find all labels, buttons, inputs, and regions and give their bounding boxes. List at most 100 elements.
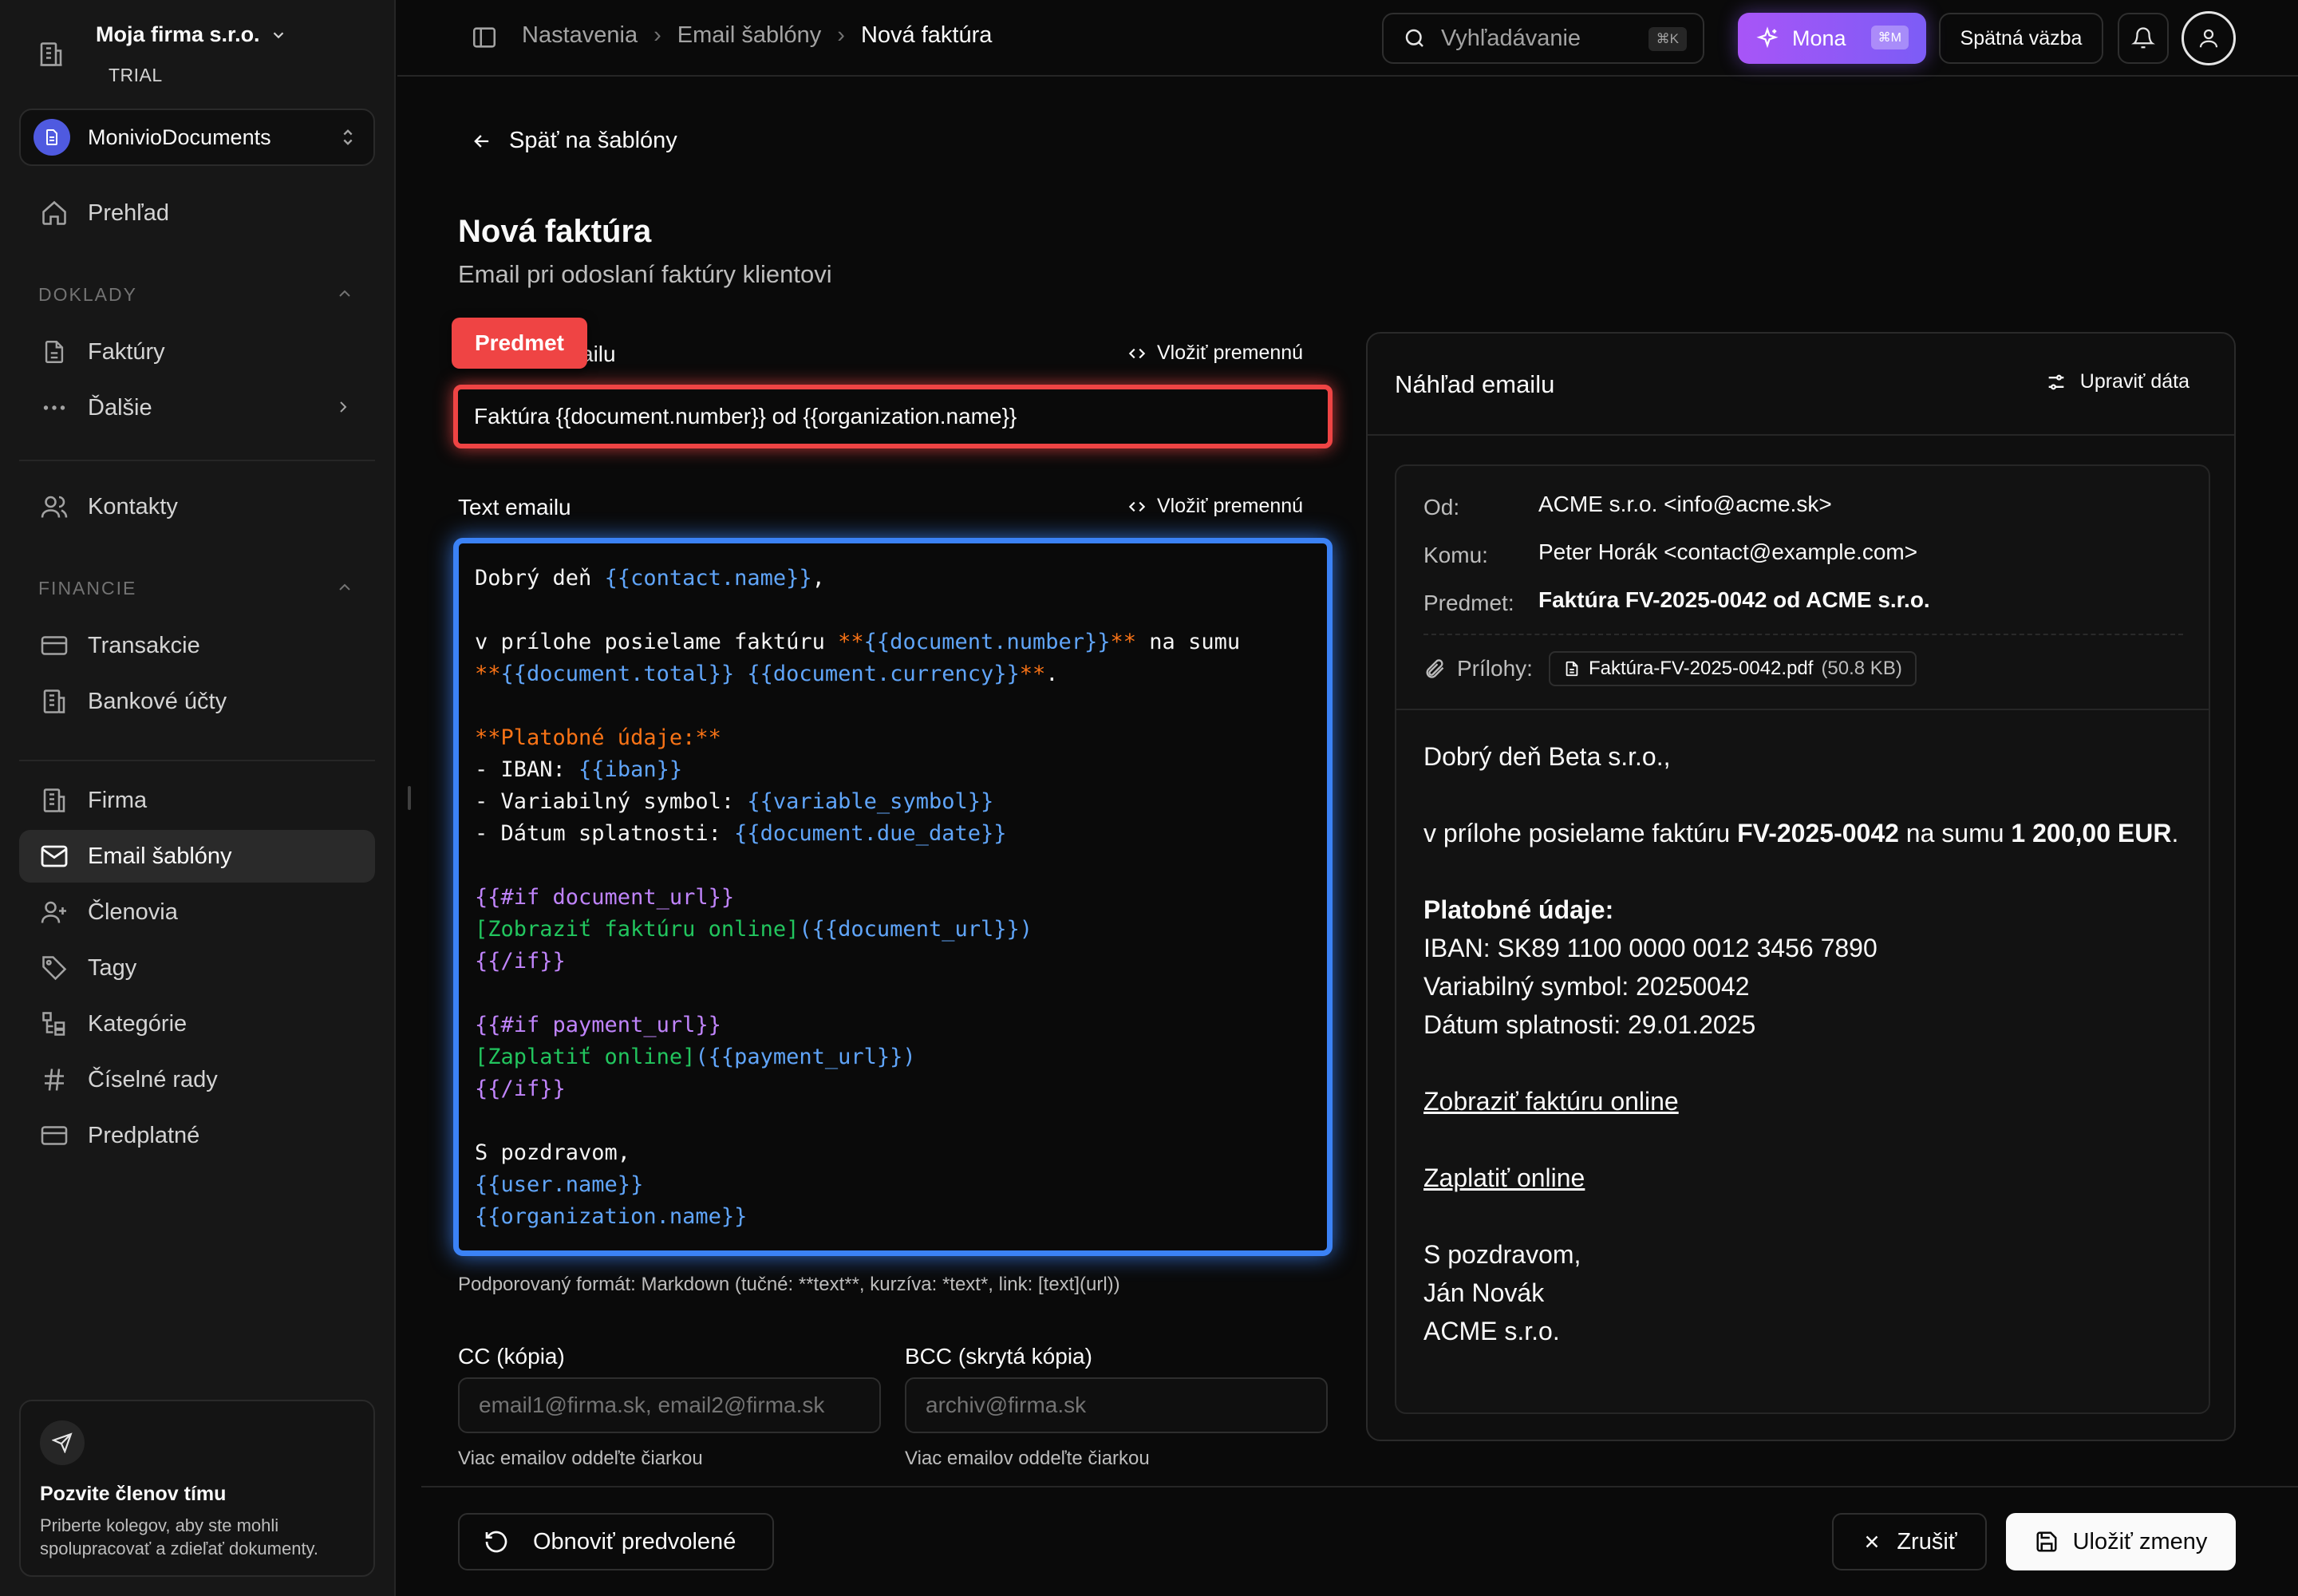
- body-bold-token: **Platobné údaje:**: [475, 725, 721, 750]
- body-variable-token: {{document.currency}}: [747, 662, 1020, 686]
- sidebar-item-label: Členovia: [88, 899, 178, 925]
- sidebar-item-label: Tagy: [88, 954, 137, 981]
- building-icon: [38, 784, 70, 816]
- invite-text-line: Priberte kolegov, aby ste mohli: [40, 1515, 279, 1535]
- body-variable-token: {{organization.name}}: [475, 1204, 748, 1229]
- chevron-right-icon: ›: [837, 22, 845, 48]
- body-line: [475, 690, 1311, 722]
- feedback-button[interactable]: Spätná väzba: [1939, 13, 2103, 64]
- body-line: {{#if payment_url}}: [475, 1009, 1311, 1041]
- preview-title: Náhľad emailu: [1395, 370, 1555, 398]
- chevron-updown-icon: [337, 126, 359, 148]
- sliders-icon: [2045, 371, 2067, 393]
- category-icon: [38, 1008, 70, 1040]
- sidebar-item-label: Prehľad: [88, 200, 169, 226]
- sidebar-item-ciselne-rady[interactable]: Číselné rady: [19, 1053, 375, 1106]
- breadcrumb: Nastavenia › Email šablóny › Nová faktúr…: [522, 22, 992, 49]
- from-key: Od:: [1423, 495, 1460, 519]
- sidebar-item-firma[interactable]: Firma: [19, 774, 375, 827]
- chevron-up-icon[interactable]: [335, 284, 354, 303]
- back-link[interactable]: Späť na šablóny: [471, 128, 677, 154]
- hash-icon: [38, 1064, 70, 1096]
- sidebar-item-bankove-ucty[interactable]: Bankové účty: [19, 675, 375, 728]
- section-label-financie: FINANCIE: [38, 578, 137, 598]
- body-variable-token: {{iban}}: [578, 757, 683, 782]
- sidebar-item-kategorie[interactable]: Kategórie: [19, 998, 375, 1050]
- building-icon: [37, 40, 72, 75]
- sidebar-item-transakcie[interactable]: Transakcie: [19, 619, 375, 672]
- save-button[interactable]: Uložiť zmeny: [2006, 1513, 2236, 1570]
- body-line: [475, 1105, 1311, 1137]
- preview-header: Náhľad emailu Upraviť dáta: [1368, 334, 2234, 436]
- body-text-token: v prílohe posielame faktúru: [475, 630, 839, 654]
- invite-title: Pozvite členov tímu: [40, 1483, 227, 1505]
- cc-input[interactable]: email1@firma.sk, email2@firma.sk: [458, 1377, 881, 1433]
- sidebar-item-clenovia[interactable]: Členovia: [19, 886, 375, 938]
- body-text-token: na sumu: [1136, 630, 1241, 654]
- chevron-right-icon: ›: [653, 22, 661, 48]
- invite-card[interactable]: Pozvite členov tímu Priberte kolegov, ab…: [19, 1400, 375, 1577]
- breadcrumb-item[interactable]: Nastavenia: [522, 22, 638, 49]
- bcc-input[interactable]: archiv@firma.sk: [905, 1377, 1328, 1433]
- sidebar-toggle-icon[interactable]: [471, 24, 498, 51]
- sidebar-item-predplatne[interactable]: Predplatné: [19, 1109, 375, 1162]
- email-card: Od: ACME s.r.o. <info@acme.sk> Komu: Pet…: [1395, 464, 2210, 1414]
- body-line: {{/if}}: [475, 1073, 1311, 1105]
- org-switcher[interactable]: Moja firma s.r.o. TRIAL: [37, 22, 287, 86]
- mona-button[interactable]: Mona ⌘M: [1738, 13, 1926, 64]
- body-conditional-token: {{/if}}: [475, 949, 566, 974]
- notifications-button[interactable]: [2118, 13, 2169, 64]
- save-icon: [2035, 1530, 2059, 1554]
- body-line: [Zobraziť faktúru online]({{document_url…: [475, 914, 1311, 946]
- attachment-chip[interactable]: Faktúra-FV-2025-0042.pdf (50.8 KB): [1548, 651, 1917, 686]
- pay-online-link[interactable]: Zaplatiť online: [1423, 1163, 1585, 1192]
- sidebar-item-tagy[interactable]: Tagy: [19, 942, 375, 994]
- back-label: Späť na šablóny: [509, 128, 677, 153]
- body-textarea[interactable]: Dobrý deň {{contact.name}}, v prílohe pos…: [453, 538, 1333, 1256]
- sidebar-item-prehlad[interactable]: Prehľad: [19, 187, 375, 239]
- arrow-left-icon: [471, 130, 493, 152]
- sidebar-resize-handle[interactable]: [408, 786, 411, 810]
- sidebar-item-dalsie[interactable]: Ďalšie: [19, 381, 375, 434]
- body-variable-token: {{document.due_date}}: [734, 821, 1007, 846]
- cancel-button[interactable]: Zrušiť: [1832, 1513, 1987, 1570]
- breadcrumb-item[interactable]: Email šablóny: [677, 22, 822, 49]
- document-app-icon: [34, 119, 70, 156]
- sidebar-item-label: Kontakty: [88, 493, 178, 519]
- body-bold-token: **: [1019, 662, 1046, 686]
- insert-variable-label: Vložiť premennú: [1157, 342, 1304, 364]
- body-line: [Zaplatiť online]({{payment_url}}): [475, 1041, 1311, 1073]
- cc-hint: Viac emailov oddeľte čiarkou: [458, 1448, 703, 1469]
- close-icon: [1862, 1531, 1882, 1552]
- sidebar-item-kontakty[interactable]: Kontakty: [19, 480, 375, 533]
- mona-label: Mona: [1792, 26, 1846, 50]
- user-avatar[interactable]: [2182, 11, 2236, 65]
- insert-variable-button[interactable]: Vložiť premennú: [1125, 342, 1303, 365]
- save-label: Uložiť zmeny: [2072, 1528, 2208, 1555]
- body-line: **{{document.total}} {{document.currency…: [475, 658, 1311, 690]
- search-input[interactable]: Vyhľadávanie ⌘K: [1382, 13, 1704, 64]
- app-switcher[interactable]: MonivioDocuments: [19, 109, 375, 166]
- bell-icon: [2131, 26, 2155, 50]
- chevron-right-icon: [334, 397, 353, 417]
- more-icon: [38, 392, 70, 424]
- edit-data-button[interactable]: Upraviť dáta: [2045, 370, 2189, 393]
- bcc-label: BCC (skrytá kópia): [905, 1344, 1092, 1369]
- insert-variable-label: Vložiť premennú: [1157, 495, 1304, 517]
- code-icon: [1125, 496, 1149, 517]
- to-key: Komu:: [1423, 543, 1488, 567]
- chevron-up-icon[interactable]: [335, 578, 354, 597]
- body-conditional-token: {{#if payment_url}}: [475, 1013, 721, 1037]
- file-icon: [1563, 660, 1581, 678]
- meta-divider: [1423, 634, 2183, 635]
- send-icon: [40, 1420, 85, 1465]
- view-invoice-link[interactable]: Zobraziť faktúru online: [1423, 1087, 1679, 1116]
- sidebar-item-faktury[interactable]: Faktúry: [19, 326, 375, 378]
- divider: [19, 460, 375, 461]
- subject-input[interactable]: Faktúra {{document.number}} od {{organiz…: [453, 385, 1333, 448]
- reset-defaults-button[interactable]: Obnoviť predvolené: [458, 1513, 774, 1570]
- insert-variable-button[interactable]: Vložiť premennú: [1125, 495, 1303, 518]
- body-text-token: - IBAN:: [475, 757, 579, 782]
- sidebar-item-label: Predplatné: [88, 1122, 200, 1148]
- sidebar-item-email-sablony[interactable]: Email šablóny: [19, 830, 375, 883]
